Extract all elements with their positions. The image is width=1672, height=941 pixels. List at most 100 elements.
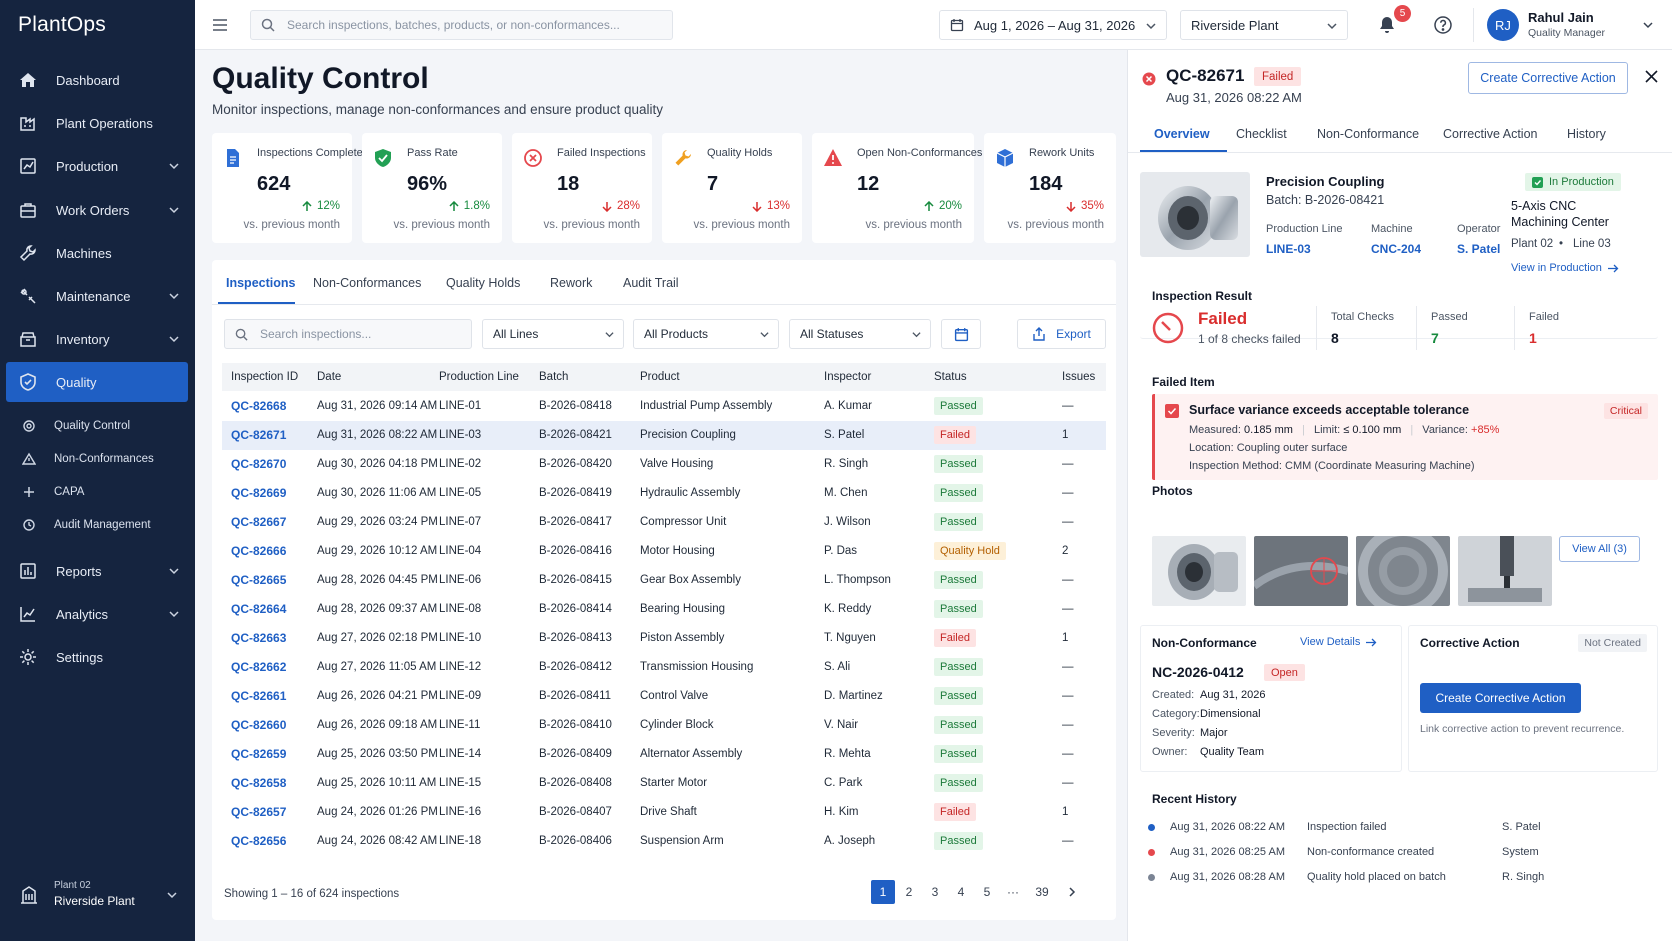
view-details-link[interactable]: View Details [1300,636,1377,648]
inspection-id-link[interactable]: QC-82661 [231,689,286,703]
create-corrective-action-button-secondary[interactable]: Create Corrective Action [1420,683,1581,713]
table-row[interactable]: QC-82664 Aug 28, 2026 09:37 AM LINE-08 B-20… [222,595,1106,624]
inspection-search[interactable] [224,319,472,349]
table-row[interactable]: QC-82660 Aug 26, 2026 09:18 AM LINE-11 B-20… [222,711,1106,740]
inspection-id-link[interactable]: QC-82657 [231,805,286,819]
tab-rework[interactable]: Rework [550,276,592,290]
close-icon[interactable] [1645,70,1658,83]
help-icon[interactable] [1433,15,1453,35]
plant-switcher[interactable]: Plant 02 Riverside Plant [0,862,195,926]
tab-quality-holds[interactable]: Quality Holds [446,276,520,290]
photo-thumbnail-4[interactable] [1458,536,1552,606]
detail-tab-overview[interactable]: Overview [1154,127,1210,141]
sidebar-item-machines[interactable]: Machines [0,234,195,272]
operator-link[interactable]: S. Patel [1457,242,1500,256]
sidebar-item-reports[interactable]: Reports [0,552,195,590]
table-row[interactable]: QC-82666 Aug 29, 2026 10:12 AM LINE-04 B-20… [222,537,1106,566]
production-line-link[interactable]: LINE-03 [1266,242,1311,256]
next-page-button[interactable] [1060,880,1084,904]
machine-link[interactable]: CNC-204 [1371,242,1421,256]
table-row[interactable]: QC-82661 Aug 26, 2026 04:21 PM LINE-09 B-20… [222,682,1106,711]
column-header-batch[interactable]: Batch [539,371,568,383]
table-row[interactable]: QC-82669 Aug 30, 2026 11:06 AM LINE-05 B-20… [222,479,1106,508]
nc-id[interactable]: NC-2026-0412 [1152,664,1244,680]
photo-thumbnail-3[interactable] [1356,536,1450,606]
view-all-photos-button[interactable]: View All (3) [1559,536,1640,562]
kpi-card-pass-rate[interactable]: Pass Rate 96% 1.8% vs. previous month [362,133,502,243]
app-logo[interactable]: PlantOps [18,13,106,37]
kpi-card-failed-inspections[interactable]: Failed Inspections 18 28% vs. previous m… [512,133,652,243]
chevron-down-icon[interactable] [1643,20,1653,30]
sidebar-item-production[interactable]: Production [0,147,195,185]
avatar[interactable]: RJ [1487,9,1519,41]
detail-tab-checklist[interactable]: Checklist [1236,127,1287,141]
table-row[interactable]: QC-82657 Aug 24, 2026 01:26 PM LINE-16 B-20… [222,798,1106,827]
table-row[interactable]: QC-82667 Aug 29, 2026 03:24 PM LINE-07 B-20… [222,508,1106,537]
filter-products[interactable]: All Products [633,319,779,349]
detail-tab-non-conformance[interactable]: Non-Conformance [1317,127,1419,141]
sidebar-subitem-quality-control[interactable]: Quality Control [0,411,195,441]
inspection-id-link[interactable]: QC-82668 [231,399,286,413]
sidebar-item-work-orders[interactable]: Work Orders [0,191,195,229]
sidebar-item-analytics[interactable]: Analytics [0,595,195,633]
page-button-5[interactable]: 5 [975,880,999,904]
tab-audit-trail[interactable]: Audit Trail [623,276,679,290]
inspection-id-link[interactable]: QC-82658 [231,776,286,790]
global-search[interactable] [250,10,673,40]
inspection-id-link[interactable]: QC-82662 [231,660,286,674]
sidebar-item-quality[interactable]: Quality [6,362,188,402]
inspection-id-link[interactable]: QC-82667 [231,515,286,529]
column-header-date[interactable]: Date [317,371,341,383]
sidebar-subitem-capa[interactable]: CAPA [0,477,195,507]
table-row[interactable]: QC-82658 Aug 25, 2026 10:11 AM LINE-15 B-20… [222,769,1106,798]
table-row[interactable]: QC-82670 Aug 30, 2026 04:18 PM LINE-02 B-20… [222,450,1106,479]
sidebar-subitem-audit-management[interactable]: Audit Management [0,510,195,540]
photo-thumbnail-1[interactable] [1152,536,1246,606]
export-button[interactable]: Export [1017,319,1106,349]
sidebar-item-dashboard[interactable]: Dashboard [0,61,195,99]
hamburger-menu-icon[interactable] [211,16,229,34]
inspection-id-link[interactable]: QC-82665 [231,573,286,587]
failed-item-card[interactable]: Surface variance exceeds acceptable tole… [1152,394,1658,480]
create-corrective-action-button[interactable]: Create Corrective Action [1468,62,1628,94]
table-row[interactable]: QC-82663 Aug 27, 2026 02:18 PM LINE-10 B-20… [222,624,1106,653]
table-row[interactable]: QC-82659 Aug 25, 2026 03:50 PM LINE-14 B-20… [222,740,1106,769]
page-button-3[interactable]: 3 [923,880,947,904]
filter-statuses[interactable]: All Statuses [789,319,931,349]
table-row[interactable]: QC-82662 Aug 27, 2026 11:05 AM LINE-12 B-20… [222,653,1106,682]
sidebar-item-settings[interactable]: Settings [0,638,195,676]
date-filter-button[interactable] [941,319,981,349]
column-header-inspector[interactable]: Inspector [824,371,871,383]
inspection-id-link[interactable]: QC-82659 [231,747,286,761]
inspection-id-link[interactable]: QC-82663 [231,631,286,645]
photo-thumbnail-2[interactable] [1254,536,1348,606]
column-header-production-line[interactable]: Production Line [439,371,519,383]
bell-icon[interactable] [1377,15,1397,35]
user-name[interactable]: Rahul Jain [1528,10,1594,25]
tab-inspections[interactable]: Inspections [226,276,295,290]
table-row[interactable]: QC-82665 Aug 28, 2026 04:45 PM LINE-06 B-20… [222,566,1106,595]
date-range-picker[interactable]: Aug 1, 2026 – Aug 31, 2026 [939,10,1167,40]
column-header-issues[interactable]: Issues [1062,371,1095,383]
inspection-id-link[interactable]: QC-82669 [231,486,286,500]
column-header-product[interactable]: Product [640,371,680,383]
sidebar-item-plant-operations[interactable]: Plant Operations [0,104,195,142]
page-button-1[interactable]: 1 [871,880,895,904]
table-row[interactable]: QC-82656 Aug 24, 2026 08:42 AM LINE-18 B-20… [222,827,1106,856]
inspection-id-link[interactable]: QC-82670 [231,457,286,471]
page-button-4[interactable]: 4 [949,880,973,904]
plant-selector[interactable]: Riverside Plant [1180,10,1348,40]
page-button-39[interactable]: 39 [1030,880,1054,904]
kpi-card-quality-holds[interactable]: Quality Holds 7 13% vs. previous month [662,133,802,243]
kpi-card-rework-units[interactable]: Rework Units 184 35% vs. previous month [984,133,1116,243]
inspection-id-link[interactable]: QC-82666 [231,544,286,558]
sidebar-item-maintenance[interactable]: Maintenance [0,277,195,315]
inspection-id-link[interactable]: QC-82671 [231,428,286,442]
detail-tab-history[interactable]: History [1567,127,1606,141]
table-row[interactable]: QC-82671 Aug 31, 2026 08:22 AM LINE-03 B-20… [222,421,1106,450]
view-in-production-link[interactable]: View in Production [1511,262,1619,274]
page-button-2[interactable]: 2 [897,880,921,904]
kpi-card-inspections-completed[interactable]: Inspections Completed 624 12% vs. previo… [212,133,369,243]
filter-lines[interactable]: All Lines [482,319,624,349]
inspection-id-link[interactable]: QC-82664 [231,602,286,616]
